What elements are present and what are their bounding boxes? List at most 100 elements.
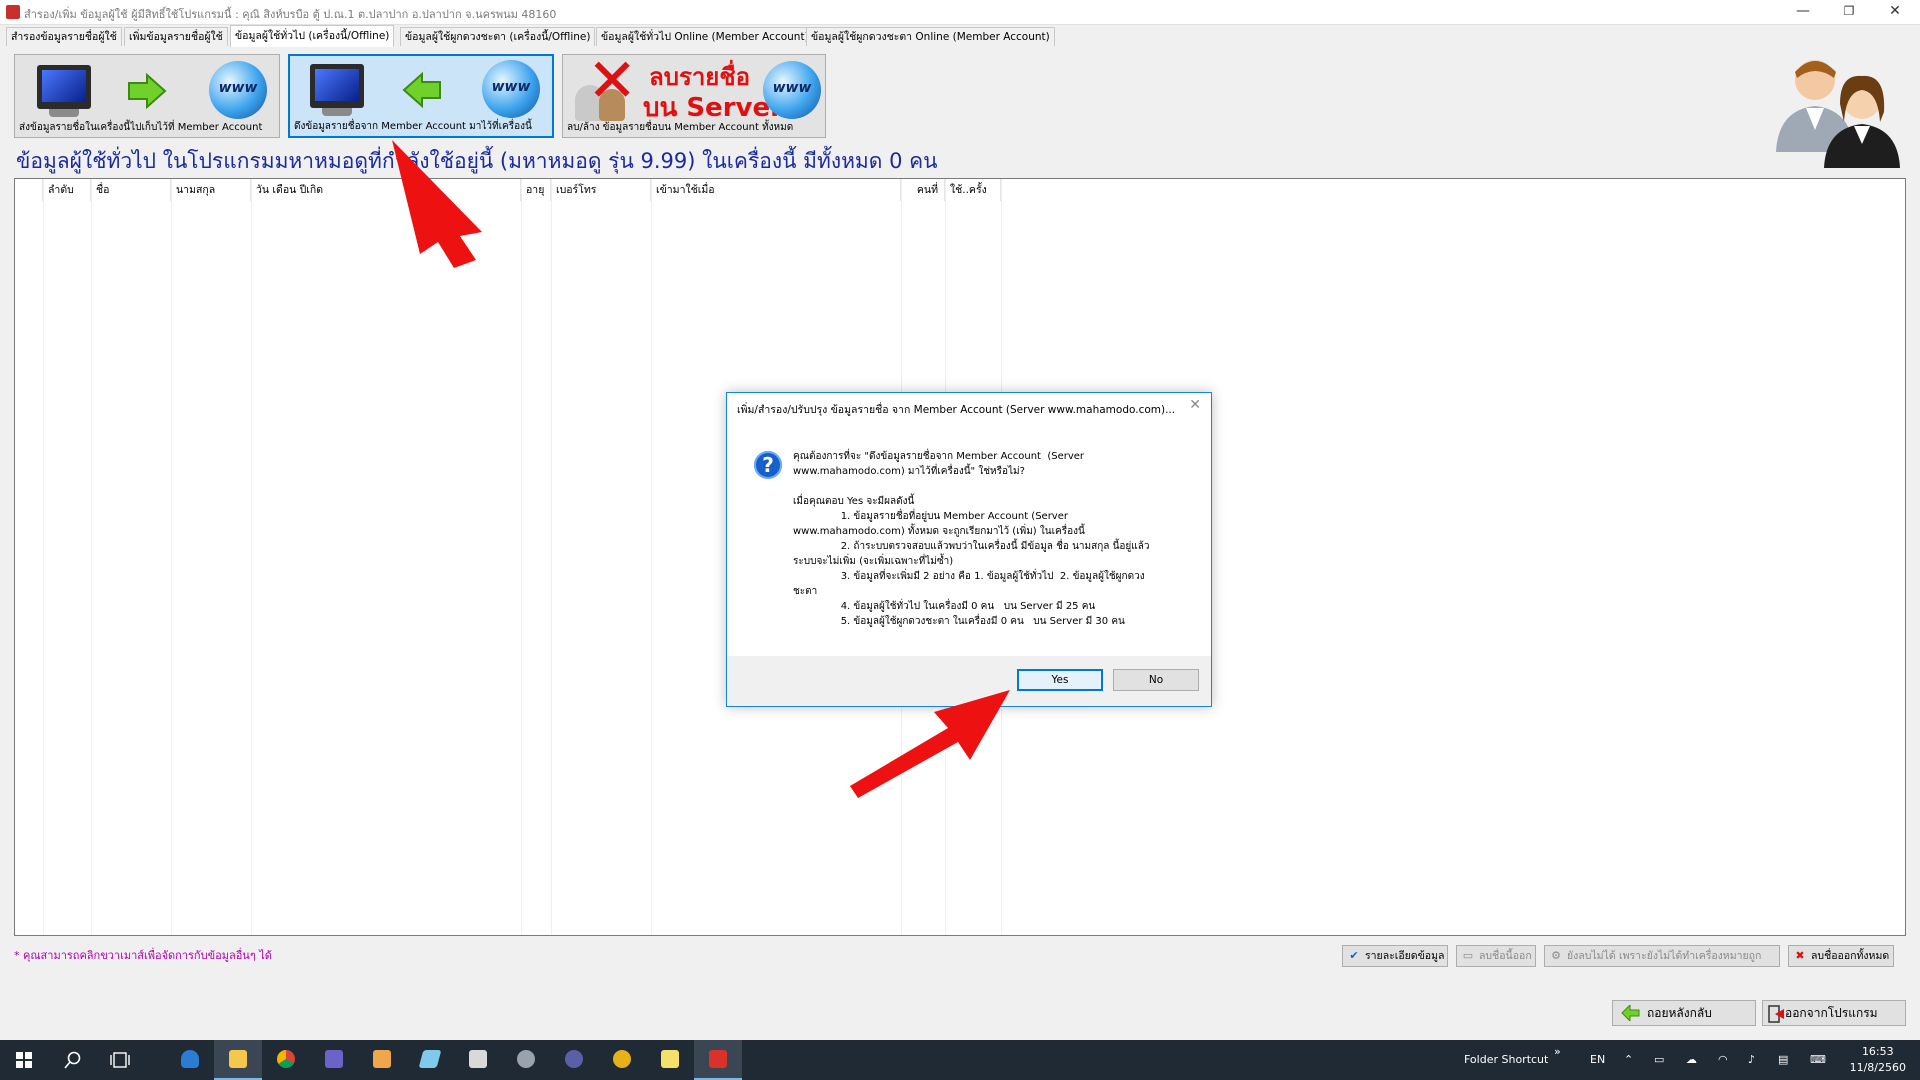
app-taskbar-button[interactable] [646,1040,694,1080]
chrome-icon [277,1050,295,1068]
app-icon-purple [325,1050,343,1068]
details-icon: ✔ [1349,949,1359,962]
arrow-right-icon [128,73,167,109]
app-taskbar-button[interactable] [406,1040,454,1080]
delete-all-icon: ✖ [1795,949,1805,962]
dialog-footer: Yes No [727,656,1211,706]
computer-stand-icon [322,108,352,116]
red-x-icon: ✕ [587,54,638,116]
column-divider [551,179,552,935]
exit-door-icon [1768,1005,1784,1023]
title-bar: สำรอง/เพิ่ม ข้อมูลผู้ใช้ ผู้มีสิทธิ์ใช้โ… [0,0,1920,25]
column-divider [651,179,652,935]
upload-to-member-account-button[interactable]: www ส่งข้อมูลรายชื่อในเครื่องนี้ไปเก็บไว… [14,54,280,138]
restore-button[interactable]: ❐ [1826,0,1872,24]
keyboard-icon[interactable]: ⌨ [1810,1040,1826,1080]
app-taskbar-button[interactable] [502,1040,550,1080]
delete-button-label: ลบ/ล้าง ข้อมูลรายชื่อบน Member Account ท… [567,122,794,133]
header-phone[interactable]: เบอร์โทร [551,179,651,201]
windows-icon [16,1052,32,1068]
header-spacer [15,179,43,201]
header-index[interactable]: ลำดับ [43,179,91,201]
tab-horoscope-online[interactable]: ข้อมูลผู้ใช้ผูกดวงชะตา Online (Member Ac… [806,27,1055,46]
tool-icon [517,1050,535,1068]
onedrive-icon [181,1050,199,1068]
file-explorer-taskbar-button[interactable] [214,1040,262,1080]
dialog-close-button[interactable]: ✕ [1189,397,1201,413]
search-button[interactable] [48,1040,96,1080]
close-button[interactable]: ✕ [1872,0,1918,24]
back-arrow-icon [1621,1005,1640,1021]
window-title: สำรอง/เพิ่ม ข้อมูลผู้ใช้ ผู้มีสิทธิ์ใช้โ… [24,8,557,21]
tab-horoscope-offline[interactable]: ข้อมูลผู้ใช้ผูกดวงชะตา (เครื่องนี้/Offli… [400,27,596,46]
no-button[interactable]: No [1113,669,1199,691]
dialog-message: คุณต้องการที่จะ "ดึงข้อมูลรายชื่อจาก Mem… [793,451,1150,627]
header-first-name[interactable]: ชื่อ [91,179,171,201]
back-button[interactable]: ถอยหลังกลับ [1612,1000,1756,1026]
delete-all-button[interactable]: ✖ ลบชื่อออกทั้งหมด [1788,945,1894,967]
notes-icon [418,1050,442,1068]
warning-icon: ⚙ [1551,949,1561,962]
onedrive-taskbar-button[interactable] [166,1040,214,1080]
delete-selected-button[interactable]: ▭ ลบชื่อนี้ออก [1456,945,1536,967]
yes-button[interactable]: Yes [1017,669,1103,691]
computer-icon [37,65,91,109]
tab-general-online[interactable]: ข้อมูลผู้ใช้ทั่วไป Online (Member Accoun… [596,27,814,46]
task-view-button[interactable] [96,1040,144,1080]
tab-backup-users[interactable]: สำรองข้อมูลรายชื่อผู้ใช้ [6,27,122,46]
start-button[interactable] [0,1040,48,1080]
clock[interactable]: 16:53 11/8/2560 [1850,1044,1906,1076]
confirm-dialog: เพิ่ม/สำรอง/ปรับปรุง ข้อมูลรายชื่อ จาก M… [726,392,1212,707]
app-taskbar-button[interactable] [310,1040,358,1080]
wifi-icon[interactable]: ◠ [1718,1040,1728,1080]
app-taskbar-button[interactable] [550,1040,598,1080]
column-divider [91,179,92,935]
app-icon [6,5,20,19]
battery-icon[interactable]: ▭ [1654,1040,1664,1080]
right-click-hint: * คุณสามารถคลิกขวาเมาส์เพื่อจัดการกับข้อ… [14,949,272,962]
app-taskbar-button[interactable] [358,1040,406,1080]
app-icon-orange [373,1050,391,1068]
details-button[interactable]: ✔ รายละเอียดข้อมูล [1342,945,1448,967]
exit-button-label: ออกจากโปรแกรม [1785,1006,1878,1020]
chrome-taskbar-button[interactable] [262,1040,310,1080]
header-birth-date[interactable]: วัน เดือน ปีเกิด [251,179,521,201]
tab-add-users[interactable]: เพิ่มข้อมูลรายชื่อผู้ใช้ [124,27,228,46]
action-center-icon[interactable]: ▤ [1778,1040,1788,1080]
computer-icon [310,64,364,108]
mahamodo-icon [709,1050,727,1068]
header-visit-date[interactable]: เข้ามาใช้เมื่อ [651,179,901,201]
folder-shortcut-toolbar[interactable]: Folder Shortcut [1464,1040,1548,1080]
dialog-title: เพิ่ม/สำรอง/ปรับปรุง ข้อมูลรายชื่อ จาก M… [737,404,1176,416]
header-use-count[interactable]: ใช้..ครั้ง [945,179,1001,201]
exit-button[interactable]: ออกจากโปรแกรม [1762,1000,1906,1026]
search-icon [64,1051,81,1069]
minimize-button[interactable]: — [1780,0,1826,24]
upload-button-label: ส่งข้อมูลรายชื่อในเครื่องนี้ไปเก็บไว้ที่… [19,122,263,133]
delete-member-account-button[interactable]: ✕ ลบรายชื่อ บน Server www ลบ/ล้าง ข้อมูล… [562,54,826,138]
header-last-name[interactable]: นามสกุล [171,179,251,201]
app-taskbar-button[interactable] [598,1040,646,1080]
language-indicator[interactable]: EN [1590,1040,1605,1080]
globe-www-icon: www [763,61,821,119]
header-person-no[interactable]: คนที่ [901,179,945,201]
download-button-label: ดึงข้อมูลรายชื่อจาก Member Account มาไว้… [294,121,532,132]
volume-icon[interactable]: ♪ [1748,1040,1755,1080]
task-view-icon [110,1052,130,1068]
arrow-left-icon [402,72,441,108]
calculator-taskbar-button[interactable] [454,1040,502,1080]
calculator-icon [469,1050,487,1068]
tab-general-offline[interactable]: ข้อมูลผู้ใช้ทั่วไป (เครื่องนี้/Offline) [230,25,395,47]
header-age[interactable]: อายุ [521,179,551,201]
tray-overflow-icon[interactable]: ⌃ [1624,1040,1633,1080]
cloud-icon[interactable]: ☁ [1686,1040,1697,1080]
mahamodo-taskbar-button[interactable] [694,1040,742,1080]
taskbar: Folder Shortcut » EN ⌃ ▭ ☁ ◠ ♪ ▤ ⌨ 16:53… [0,1040,1920,1080]
question-icon: ? [754,451,782,479]
toolbar-chevron[interactable]: » [1554,1032,1561,1072]
app-icon-yellow [661,1050,679,1068]
delete-icon: ▭ [1462,949,1474,962]
download-from-member-account-button[interactable]: www ดึงข้อมูลรายชื่อจาก Member Account ม… [288,54,554,138]
delete-disabled-button[interactable]: ⚙ ยังลบไม่ได้ เพราะยังไม่ได้ทำเครื่องหมา… [1544,945,1780,967]
column-divider [251,179,252,935]
